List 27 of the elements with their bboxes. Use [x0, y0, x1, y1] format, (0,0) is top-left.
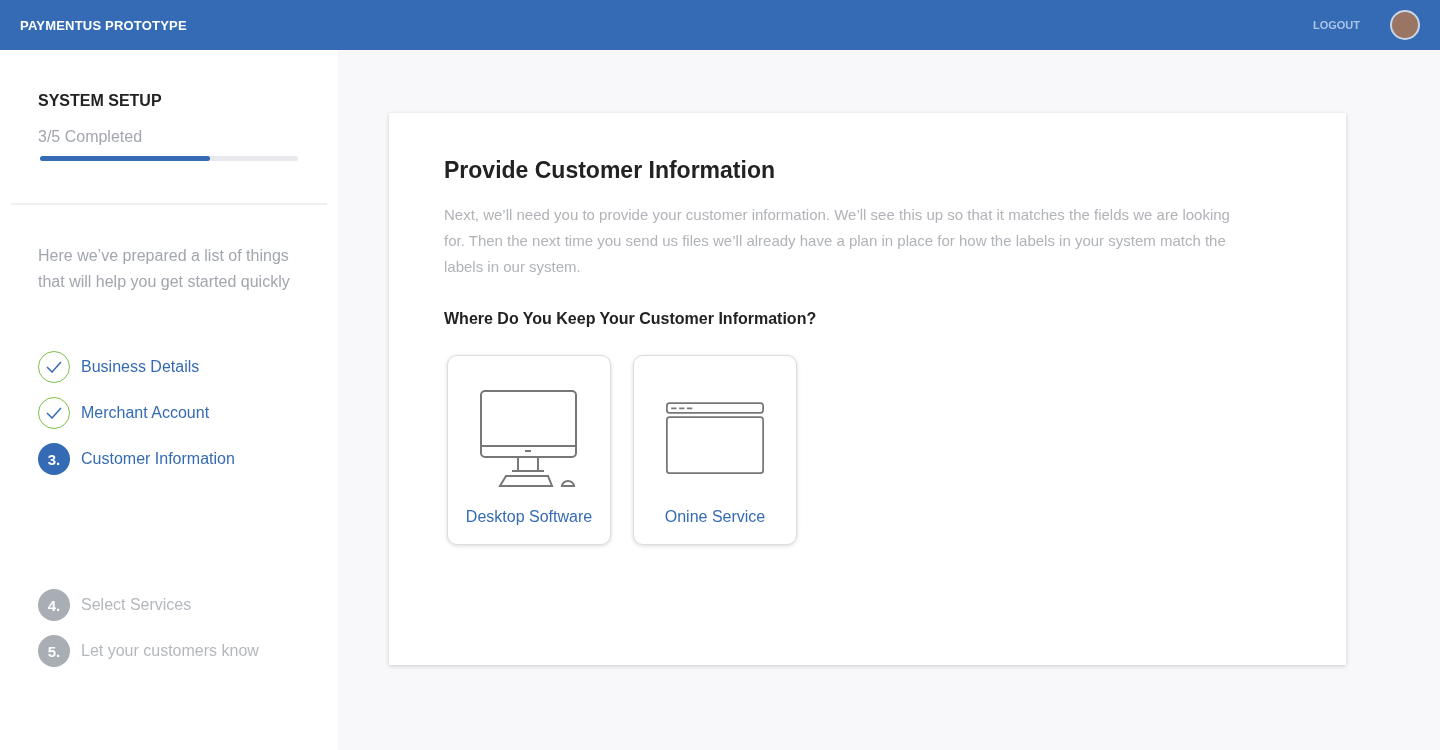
intro-text: Here we’ve prepared a list of things that will help you get started quickly — [37, 246, 291, 292]
option-card[interactable]: Desktop Software — [447, 355, 611, 545]
step-item[interactable]: Merchant Account — [38, 397, 300, 429]
step-number: 3. — [38, 443, 70, 475]
option-label: Onine Service — [664, 508, 766, 526]
step-label: Merchant Account — [81, 404, 210, 422]
step-label: Let your customers know — [81, 642, 259, 660]
step-number: 5. — [38, 635, 70, 667]
desktop-computer-icon — [480, 390, 578, 488]
sidebar-title: SYSTEM SETUP — [38, 92, 163, 110]
description-text: Next, we’ll need you to provide your customer information. We’ll see this up so that it matches the fields we are looking for. Then the next time you send us files we’ll already have a plan in place for how the labels in your system match the labels in our system. — [444, 205, 1231, 277]
step-label: Customer Information — [81, 450, 235, 468]
step-label: Select Services — [81, 596, 192, 614]
app-title: PAYMENTUS PROTOTYPE — [20, 17, 187, 33]
check-icon — [38, 351, 70, 383]
page-heading: Provide Customer Information — [444, 157, 776, 184]
check-icon — [38, 397, 70, 429]
user-avatar[interactable] — [1390, 10, 1420, 40]
step-label: Business Details — [81, 358, 200, 376]
option-label: Desktop Software — [465, 508, 593, 526]
option-card[interactable]: Onine Service — [633, 355, 797, 545]
step-item[interactable]: Business Details — [38, 351, 300, 383]
step-item[interactable]: 3. Customer Information — [38, 443, 300, 475]
step-number: 4. — [38, 589, 70, 621]
logout-button[interactable]: LOGOUT — [1312, 19, 1360, 31]
question-text: Where Do You Keep Your Customer Information? — [444, 310, 818, 328]
progress-text: 3/5 Completed — [38, 128, 144, 146]
